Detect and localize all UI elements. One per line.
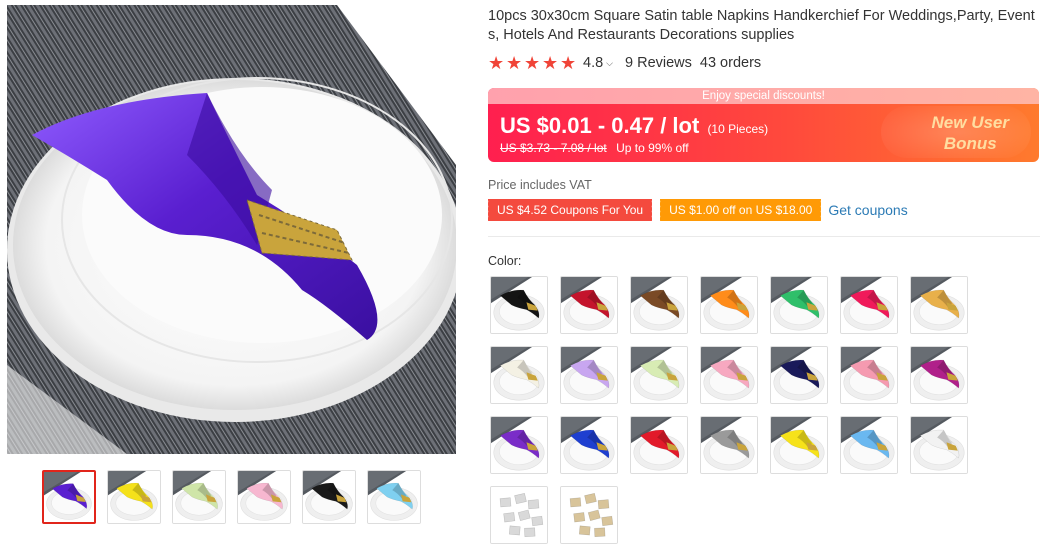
product-title: 10pcs 30x30cm Square Satin table Napkins… <box>488 8 1035 43</box>
rating-row: ★ ★ ★ ★ ★ 4.8 ⌵ 9 Reviews 43 orders <box>488 54 761 72</box>
thumbnail-2[interactable] <box>107 470 161 524</box>
color-swatch-6[interactable] <box>840 276 898 334</box>
divider <box>488 236 1040 237</box>
color-swatch-17[interactable] <box>630 416 688 474</box>
coupon-row: US $4.52 Coupons For You US $1.00 off on… <box>485 199 908 221</box>
color-swatch-12[interactable] <box>770 346 828 404</box>
main-product-image[interactable] <box>7 5 456 454</box>
color-swatch-7[interactable] <box>910 276 968 334</box>
color-swatch-16[interactable] <box>560 416 618 474</box>
star-icon: ★ <box>488 53 505 73</box>
color-swatch-10[interactable] <box>630 346 688 404</box>
color-label: Color: <box>488 254 522 268</box>
color-swatch-9[interactable] <box>560 346 618 404</box>
coupon-badge-threshold[interactable]: US $1.00 off on US $18.00 <box>658 199 824 221</box>
new-user-bonus[interactable]: New User Bonus <box>932 112 1009 154</box>
thumbnail-3[interactable] <box>172 470 226 524</box>
star-icon: ★ <box>524 53 541 73</box>
color-swatch-15[interactable] <box>490 416 548 474</box>
color-swatch-14[interactable] <box>910 346 968 404</box>
star-rating: ★ ★ ★ ★ ★ <box>488 54 577 72</box>
color-swatch-20[interactable] <box>840 416 898 474</box>
price-range: US $0.01 - 0.47 / lot <box>500 113 700 138</box>
color-swatch-23[interactable] <box>560 486 618 544</box>
rating-value[interactable]: 4.8 <box>583 55 603 71</box>
chevron-down-icon[interactable]: ⌵ <box>606 58 613 69</box>
star-icon: ★ <box>560 53 577 73</box>
color-swatch-5[interactable] <box>770 276 828 334</box>
thumbnail-strip <box>42 470 421 524</box>
color-swatch-13[interactable] <box>840 346 898 404</box>
color-swatch-22[interactable] <box>490 486 548 544</box>
color-swatch-8[interactable] <box>490 346 548 404</box>
current-price: US $0.01 - 0.47 / lot (10 Pieces) <box>500 113 768 139</box>
get-coupons-link[interactable]: Get coupons <box>828 202 907 218</box>
color-swatch-11[interactable] <box>700 346 758 404</box>
price-unit: (10 Pieces) <box>707 122 769 136</box>
napkin-photo <box>7 5 456 454</box>
thumbnail-1[interactable] <box>42 470 96 524</box>
color-swatch-2[interactable] <box>560 276 618 334</box>
star-icon: ★ <box>542 53 559 73</box>
discount-label: Up to 99% off <box>616 141 689 155</box>
orders-count: 43 orders <box>699 55 762 71</box>
color-swatch-21[interactable] <box>910 416 968 474</box>
original-price-row: US $3.73 - 7.08 / lot Up to 99% off <box>500 141 689 155</box>
thumbnail-4[interactable] <box>237 470 291 524</box>
coupon-badge-store[interactable]: US $4.52 Coupons For You <box>485 199 655 221</box>
new-user-line2: Bonus <box>943 134 997 153</box>
color-swatch-19[interactable] <box>770 416 828 474</box>
color-swatch-4[interactable] <box>700 276 758 334</box>
vat-note: Price includes VAT <box>488 178 592 192</box>
thumbnail-6[interactable] <box>367 470 421 524</box>
reviews-link[interactable]: 9 Reviews <box>625 55 692 71</box>
color-swatch-18[interactable] <box>700 416 758 474</box>
star-icon: ★ <box>506 53 523 73</box>
thumbnail-5[interactable] <box>302 470 356 524</box>
original-price: US $3.73 - 7.08 / lot <box>500 141 607 155</box>
color-swatch-1[interactable] <box>490 276 548 334</box>
color-swatch-3[interactable] <box>630 276 688 334</box>
new-user-line1: New User <box>931 113 1009 132</box>
banner-note: Enjoy special discounts! <box>488 88 1039 104</box>
price-banner: Enjoy special discounts! US $0.01 - 0.47… <box>488 88 1039 162</box>
